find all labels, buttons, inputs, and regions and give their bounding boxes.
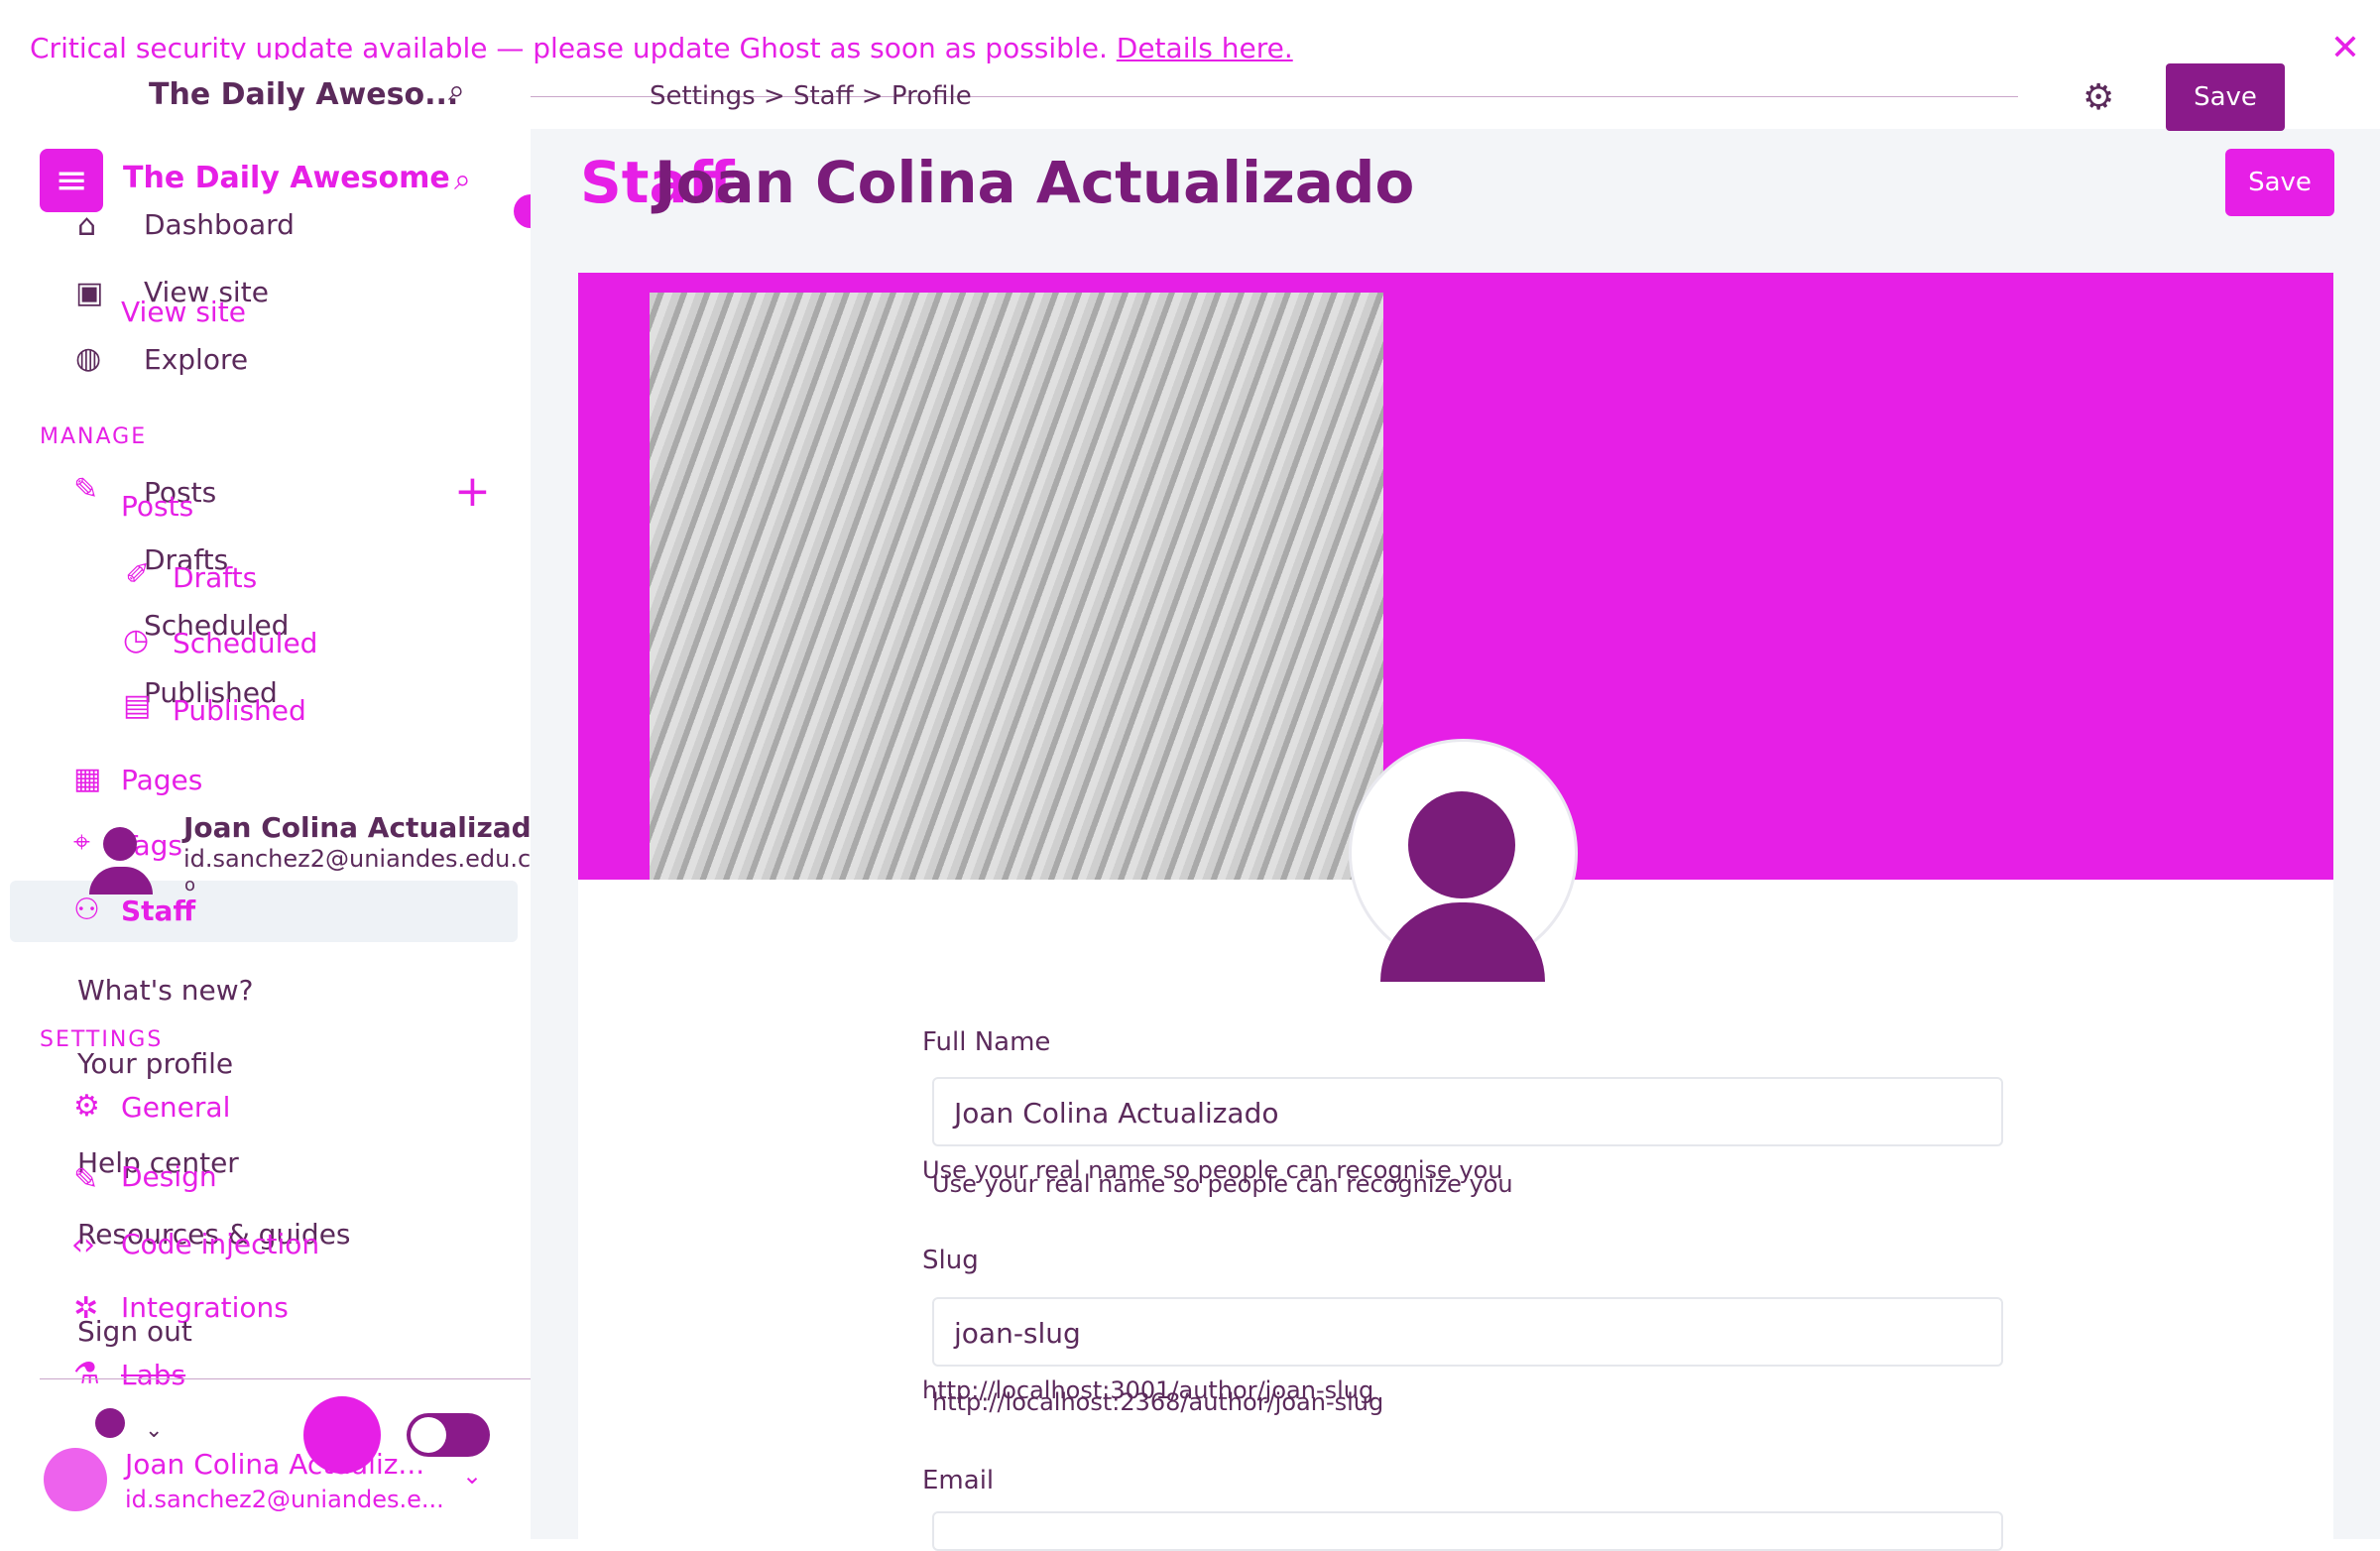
code-icon: ‹› bbox=[71, 1228, 95, 1262]
brush-icon: ✎ bbox=[73, 1162, 99, 1197]
save-button-top[interactable]: Save bbox=[2166, 63, 2285, 131]
staff-icon: ⚇ bbox=[73, 893, 100, 927]
sidebar-item-explore[interactable]: Explore bbox=[144, 343, 248, 376]
popover-user-email: id.sanchez2@uniandes.edu.c bbox=[183, 845, 532, 873]
email-label: Email bbox=[922, 1466, 995, 1495]
clock-icon: ◷ bbox=[123, 623, 150, 657]
site-title[interactable]: The Daily Aweso... bbox=[149, 77, 458, 112]
user-name[interactable]: Joan Colina Actualiz... bbox=[125, 1448, 424, 1481]
sidebar-item-view-site-overlay[interactable]: View site bbox=[121, 296, 246, 328]
search-icon[interactable]: ⌕ bbox=[454, 163, 471, 197]
full-name-input[interactable]: Joan Colina Actualizado bbox=[932, 1077, 2003, 1146]
menu-sign-out[interactable]: Sign out bbox=[77, 1315, 192, 1348]
gear-icon: ⚙ bbox=[73, 1089, 100, 1124]
manage-section-label: MANAGE bbox=[40, 424, 148, 449]
full-name-help-alt: Use your real name so people can recogni… bbox=[932, 1170, 1513, 1198]
site-title-overlay[interactable]: The Daily Awesome bbox=[123, 161, 450, 195]
breadcrumb-staff[interactable]: Staff bbox=[793, 81, 854, 111]
globe-icon: ◍ bbox=[75, 341, 102, 376]
sidebar-item-drafts-overlay[interactable]: Drafts bbox=[173, 561, 257, 594]
breadcrumb-sep: > bbox=[861, 81, 884, 111]
avatar-dot bbox=[103, 827, 137, 861]
menu-whats-new[interactable]: What's new? bbox=[77, 974, 254, 1007]
labs-icon: ⚗ bbox=[73, 1357, 100, 1391]
pencil-icon: ✐ bbox=[125, 557, 151, 592]
avatar-dot-small bbox=[95, 1408, 125, 1438]
slug-label: Slug bbox=[922, 1246, 979, 1275]
sidebar-item-pages[interactable]: Pages bbox=[121, 764, 202, 796]
settings-item-design[interactable]: Design bbox=[121, 1160, 217, 1193]
settings-item-general[interactable]: General bbox=[121, 1091, 230, 1124]
sidebar-item-staff[interactable]: Staff bbox=[121, 895, 195, 927]
pages-icon: ▦ bbox=[73, 762, 102, 796]
popover-suffix: o bbox=[184, 875, 196, 895]
breadcrumb-settings[interactable]: Settings bbox=[650, 81, 756, 111]
sidebar-item-published-overlay[interactable]: Published bbox=[173, 694, 306, 727]
email-input[interactable] bbox=[932, 1511, 2003, 1551]
chevron-down-icon[interactable]: ⌄ bbox=[462, 1462, 482, 1490]
published-icon: ▤ bbox=[123, 688, 152, 723]
avatar-head bbox=[1408, 791, 1515, 898]
menu-button[interactable]: ≡ bbox=[40, 149, 103, 212]
user-avatar[interactable] bbox=[44, 1448, 107, 1511]
add-post-icon[interactable]: + bbox=[454, 466, 491, 517]
home-icon: ⌂ bbox=[77, 208, 97, 243]
settings-item-code-injection[interactable]: Code injection bbox=[121, 1228, 319, 1260]
chevron-down-icon[interactable]: ⌄ bbox=[145, 1418, 163, 1443]
slug-help-alt: http://localhost:2368/author/joan-slug bbox=[932, 1388, 1384, 1416]
sidebar-item-dashboard[interactable]: Dashboard bbox=[144, 208, 295, 241]
sidebar-item-scheduled-overlay[interactable]: Scheduled bbox=[173, 627, 317, 659]
breadcrumb: Settings > Staff > Profile bbox=[650, 81, 972, 111]
close-icon[interactable]: ✕ bbox=[2330, 28, 2360, 68]
sidebar-item-posts-overlay[interactable]: Posts bbox=[121, 490, 193, 523]
browser-icon: ▣ bbox=[75, 276, 104, 310]
search-icon[interactable]: ⌕ bbox=[448, 73, 465, 108]
breadcrumb-sep: > bbox=[763, 81, 785, 111]
banner-details-link[interactable]: Details here. bbox=[1117, 32, 1293, 64]
toggle-knob bbox=[411, 1417, 446, 1453]
divider bbox=[40, 1378, 531, 1379]
settings-item-labs[interactable]: Labs bbox=[121, 1359, 185, 1391]
posts-icon: ✎ bbox=[73, 472, 99, 507]
gear-icon[interactable]: ⚙ bbox=[2082, 77, 2114, 118]
popover-user-name: Joan Colina Actualizado bbox=[183, 811, 550, 844]
menu-your-profile[interactable]: Your profile bbox=[77, 1047, 233, 1080]
slug-input[interactable]: joan-slug bbox=[932, 1297, 2003, 1367]
tag-icon: ⌖ bbox=[73, 825, 90, 860]
theme-button[interactable] bbox=[303, 1396, 381, 1474]
save-button[interactable]: Save bbox=[2225, 149, 2334, 216]
cover-photo bbox=[650, 293, 1383, 880]
page-title: Joan Colina Actualizado bbox=[654, 149, 1415, 216]
user-email: id.sanchez2@uniandes.e... bbox=[125, 1486, 444, 1513]
full-name-label: Full Name bbox=[922, 1027, 1051, 1057]
breadcrumb-profile: Profile bbox=[891, 81, 972, 111]
